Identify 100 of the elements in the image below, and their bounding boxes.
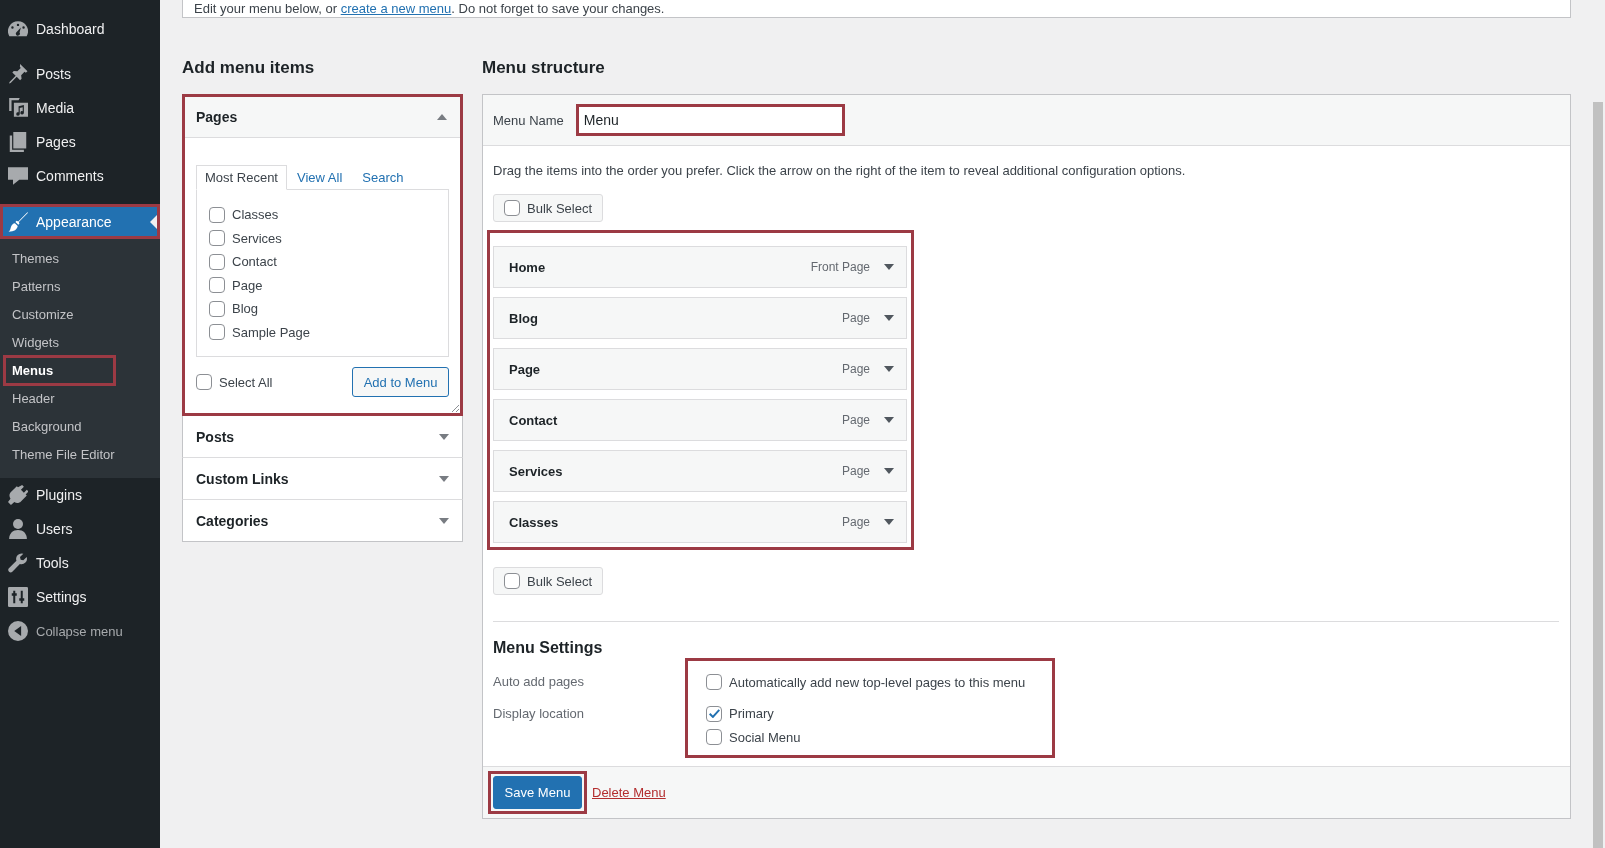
checkbox-label: Classes xyxy=(232,207,279,223)
menu-item[interactable]: Services Page xyxy=(493,450,907,492)
checkbox[interactable] xyxy=(209,300,225,317)
collapse-menu-button[interactable]: Collapse menu xyxy=(0,614,160,648)
checkbox[interactable] xyxy=(209,324,225,341)
setting-label: Auto add pages xyxy=(493,673,586,691)
tab[interactable]: Most Recent xyxy=(196,165,287,190)
sidebar-menu-item[interactable]: Settings xyxy=(0,580,160,614)
menu-name-field[interactable]: Menu xyxy=(575,104,845,136)
paintbrush-icon xyxy=(8,211,28,232)
settings-heading: Menu Settings xyxy=(493,638,604,658)
sidebar-menu-item[interactable]: Posts xyxy=(0,57,160,91)
triangle-down-icon[interactable] xyxy=(439,475,449,482)
menu-item[interactable]: Home Front Page xyxy=(493,246,907,288)
submenu-item[interactable]: Header xyxy=(0,385,160,413)
sidebar-menu-item[interactable]: Tools xyxy=(0,546,160,580)
menu-item-title: Blog xyxy=(509,310,539,326)
checkbox[interactable] xyxy=(504,573,520,589)
submenu-item[interactable]: Theme File Editor xyxy=(0,441,160,469)
submenu-item[interactable]: Menus xyxy=(3,355,116,386)
triangle-down-icon[interactable] xyxy=(884,264,894,270)
circled-left-arrow-icon xyxy=(8,621,28,641)
menu-item-type: Page xyxy=(841,464,870,478)
menu-item-type: Page xyxy=(841,362,870,376)
tab[interactable]: Search xyxy=(352,165,414,190)
menu-pointer-icon xyxy=(150,214,157,229)
submenu-item[interactable]: Customize xyxy=(0,301,160,329)
checkbox-label: Contact xyxy=(232,254,277,270)
sidebar-menu-item[interactable]: Appearance xyxy=(0,204,160,239)
menu-item[interactable]: Page Page xyxy=(493,348,907,390)
sidebar-menu-item[interactable]: Users xyxy=(0,512,160,546)
checkbox[interactable] xyxy=(706,674,722,690)
checkbox-label: Primary xyxy=(729,706,774,722)
menu-item-title: Page xyxy=(509,361,542,377)
menu-item-title: Contact xyxy=(509,412,559,428)
checkbox-label: Select All xyxy=(219,374,273,390)
checkbox[interactable] xyxy=(209,253,225,270)
triangle-down-icon[interactable] xyxy=(884,468,894,474)
bulk-select-button[interactable]: Bulk Select xyxy=(493,567,604,595)
gauge-icon xyxy=(8,19,28,39)
checkbox[interactable] xyxy=(209,206,225,223)
submenu-item[interactable]: Themes xyxy=(0,245,160,273)
menu-item[interactable]: Blog Page xyxy=(493,297,907,339)
sidebar-menu-item[interactable]: Plugins xyxy=(0,478,160,512)
sidebar-menu-item[interactable]: Comments xyxy=(0,159,160,193)
triangle-down-icon[interactable] xyxy=(439,517,449,524)
menu-item-title: Classes xyxy=(509,514,560,530)
sidebar-menu-item[interactable]: Pages xyxy=(0,125,160,159)
tab[interactable]: View All xyxy=(287,165,353,190)
triangle-down-icon[interactable] xyxy=(884,315,894,321)
section-heading: Menu structure xyxy=(482,57,606,79)
bulk-select-button[interactable]: Bulk Select xyxy=(493,194,604,222)
field-label: Menu Name xyxy=(493,112,564,128)
pushpin-icon xyxy=(8,64,28,84)
checkbox[interactable] xyxy=(209,277,225,294)
checkbox[interactable] xyxy=(504,200,520,216)
checkbox-label: Automatically add new top-level pages to this menu xyxy=(729,674,1026,690)
scrollbar-thumb[interactable] xyxy=(1593,102,1603,848)
accordion-header[interactable]: Categories xyxy=(182,500,463,542)
checkbox[interactable] xyxy=(196,374,212,390)
resize-grip-icon[interactable] xyxy=(451,404,459,412)
instructions-text: Drag the items into the order you prefer. Click the arrow on the right of the item to reveal additional configuration options. xyxy=(493,162,1187,179)
setting-label: Display location xyxy=(493,705,586,723)
submenu-item[interactable]: Widgets xyxy=(0,329,160,357)
documents-icon xyxy=(8,132,28,152)
person-icon xyxy=(8,519,28,539)
checkbox-label: Social Menu xyxy=(729,729,801,745)
accordion-header[interactable]: Pages xyxy=(185,97,460,138)
checkbox[interactable] xyxy=(706,705,722,722)
sidebar-menu-item[interactable]: Dashboard xyxy=(0,12,160,46)
notice-text: Edit your menu below, or create a new menu. Do not forget to save your changes. xyxy=(194,0,666,17)
sidebar-menu-item[interactable]: Media xyxy=(0,91,160,125)
menu-item[interactable]: Contact Page xyxy=(493,399,907,441)
accordion-header[interactable]: Posts xyxy=(182,416,463,458)
triangle-down-icon[interactable] xyxy=(884,519,894,525)
triangle-down-icon[interactable] xyxy=(884,366,894,372)
speech-bubble-icon xyxy=(8,166,28,186)
accordion-header[interactable]: Custom Links xyxy=(182,458,463,500)
menu-item-type: Page xyxy=(841,311,870,325)
checkbox[interactable] xyxy=(706,729,722,746)
menu-item-title: Services xyxy=(509,463,564,479)
menu-item-type: Page xyxy=(841,413,870,427)
triangle-down-icon[interactable] xyxy=(884,417,894,423)
checkmark-icon xyxy=(708,709,720,719)
submenu-item[interactable]: Background xyxy=(0,413,160,441)
plug-icon xyxy=(8,485,28,505)
photos-with-note-icon xyxy=(8,98,28,118)
checkbox[interactable] xyxy=(209,230,225,247)
menu-item-type: Page xyxy=(841,515,870,529)
submenu-item[interactable]: Patterns xyxy=(0,273,160,301)
menu-item-title: Home xyxy=(509,259,547,275)
menu-item[interactable]: Classes Page xyxy=(493,501,907,543)
triangle-up-icon[interactable] xyxy=(437,114,447,120)
delete-menu-link[interactable]: Delete Menu xyxy=(592,785,666,800)
wrench-icon xyxy=(8,553,28,573)
add-to-menu-button[interactable]: Add to Menu xyxy=(352,367,449,397)
checkbox-label: Page xyxy=(232,277,263,293)
checkbox-label: Blog xyxy=(232,301,259,317)
triangle-down-icon[interactable] xyxy=(439,433,449,440)
save-menu-button[interactable]: Save Menu xyxy=(493,776,582,809)
